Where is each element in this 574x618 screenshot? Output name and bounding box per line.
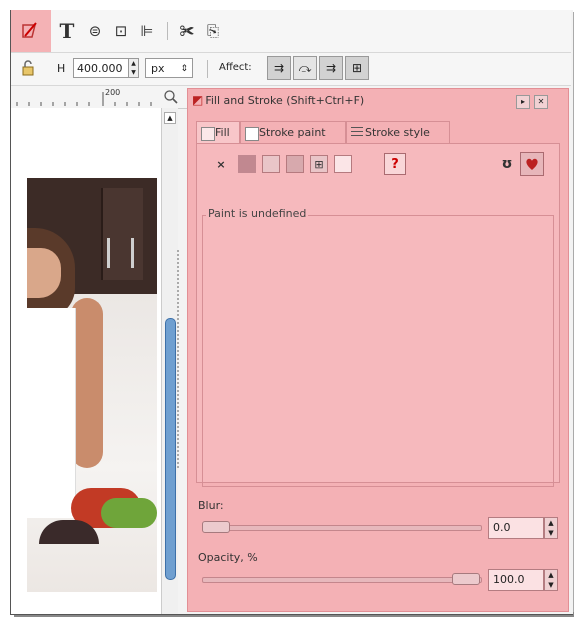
blur-spinner[interactable]: ▲ ▼ — [544, 517, 558, 539]
height-input[interactable]: 400.000 — [73, 58, 129, 78]
opacity-spinner[interactable]: ▲ ▼ — [544, 569, 558, 591]
affect-stroke-width-button[interactable]: ⇉ — [267, 56, 291, 80]
fill-tab-icon — [201, 127, 215, 141]
affect-rounded-corners-button[interactable]: ⤼ — [293, 56, 317, 80]
ruler-tick-label: 200 — [105, 88, 121, 97]
tab-stroke-paint[interactable]: Stroke paint — [240, 121, 346, 143]
height-label: H — [57, 62, 66, 75]
opacity-value-input[interactable]: 100.0 — [488, 569, 544, 591]
stroke-paint-tab-icon — [245, 127, 259, 141]
nonzero-fill-icon[interactable] — [520, 152, 544, 176]
pattern-button[interactable]: ⊞ — [310, 155, 328, 173]
lock-icon[interactable] — [21, 60, 35, 76]
unit-select[interactable]: px ⇕ — [145, 58, 193, 78]
affect-patterns-button[interactable]: ⊞ — [345, 56, 369, 80]
tab-fill-label: Fill — [215, 126, 230, 139]
linear-gradient-button[interactable] — [262, 155, 280, 173]
blur-slider-track[interactable] — [202, 525, 482, 531]
photo-cabinet-handle — [107, 238, 110, 268]
height-spinner[interactable]: ▲ ▼ — [129, 58, 139, 78]
blur-value-input[interactable]: 0.0 — [488, 517, 544, 539]
scrollbar-thumb[interactable] — [165, 318, 176, 580]
photo-tank-top — [27, 308, 76, 518]
tool-controls-bar: H 400.000 ▲ ▼ px ⇕ Affect: ⇉ ⤼ ⇉ ⊞ — [11, 53, 571, 86]
toolbar-separator — [167, 22, 168, 40]
panel-resize-handle[interactable] — [177, 250, 179, 470]
paint-status-frame — [202, 215, 554, 487]
unset-paint-button[interactable]: ? — [384, 153, 406, 175]
vertical-scrollbar[interactable]: ▲ — [161, 108, 178, 614]
toolbar-separator — [207, 60, 208, 78]
paint-status-text: Paint is undefined — [206, 207, 309, 220]
blur-slider-knob[interactable] — [202, 521, 230, 533]
text-tool-icon[interactable]: T — [55, 18, 79, 44]
photo-greens — [101, 498, 157, 528]
layers-icon[interactable]: ⊡ — [109, 18, 133, 44]
preferences-icon[interactable]: ✀ — [175, 18, 199, 44]
tab-stroke-style-label: Stroke style — [365, 126, 430, 139]
xml-editor-icon[interactable]: ⊜ — [83, 18, 107, 44]
scroll-up-arrow-icon[interactable]: ▲ — [164, 112, 176, 124]
photo-cabinet-handle — [131, 238, 134, 268]
zoom-icon[interactable] — [163, 89, 179, 105]
unit-select-value: px — [151, 62, 165, 75]
dialog-menu-icon[interactable]: ▸ — [516, 95, 530, 109]
dialog-title: Fill and Stroke (Shift+Ctrl+F) — [205, 94, 365, 107]
affect-gradients-button[interactable]: ⇉ — [319, 56, 343, 80]
no-paint-button[interactable]: × — [212, 155, 230, 173]
document-props-icon[interactable]: ⎘ — [201, 18, 225, 44]
align-icon[interactable]: ⊫ — [135, 18, 159, 44]
flat-color-button[interactable] — [238, 155, 256, 173]
radial-gradient-button[interactable] — [286, 155, 304, 173]
affect-label: Affect: — [219, 62, 252, 73]
drawing-canvas[interactable] — [11, 108, 161, 614]
evenodd-fill-icon[interactable]: ʊ — [498, 155, 516, 173]
commands-toolbar: T ⊜ ⊡ ⊫ ✀ ⎘ — [11, 10, 571, 53]
opacity-label: Opacity, % — [198, 551, 258, 564]
opacity-slider-track[interactable] — [202, 577, 482, 583]
tab-stroke-paint-label: Stroke paint — [259, 126, 326, 139]
opacity-slider-knob[interactable] — [452, 573, 480, 585]
fill-stroke-icon: ◩ — [192, 93, 204, 107]
stroke-style-tab-icon — [351, 127, 363, 139]
swatch-button[interactable] — [334, 155, 352, 173]
horizontal-ruler: 200 — [11, 86, 191, 109]
chevron-updown-icon: ⇕ — [180, 64, 188, 74]
tab-stroke-style[interactable]: Stroke style — [346, 121, 450, 143]
blur-label: Blur: — [198, 499, 224, 512]
close-icon[interactable]: ✕ — [534, 95, 548, 109]
fill-stroke-dialog: ◩ Fill and Stroke (Shift+Ctrl+F) ▸ ✕ Fill… — [187, 88, 569, 612]
app-window: T ⊜ ⊡ ⊫ ✀ ⎘ H 400.000 ▲ ▼ px ⇕ Affect: ⇉ … — [10, 10, 573, 615]
tab-fill[interactable]: Fill — [196, 121, 240, 143]
fill-stroke-tool-icon[interactable] — [11, 10, 51, 52]
dialog-title-bar: ◩ Fill and Stroke (Shift+Ctrl+F) — [192, 93, 364, 107]
